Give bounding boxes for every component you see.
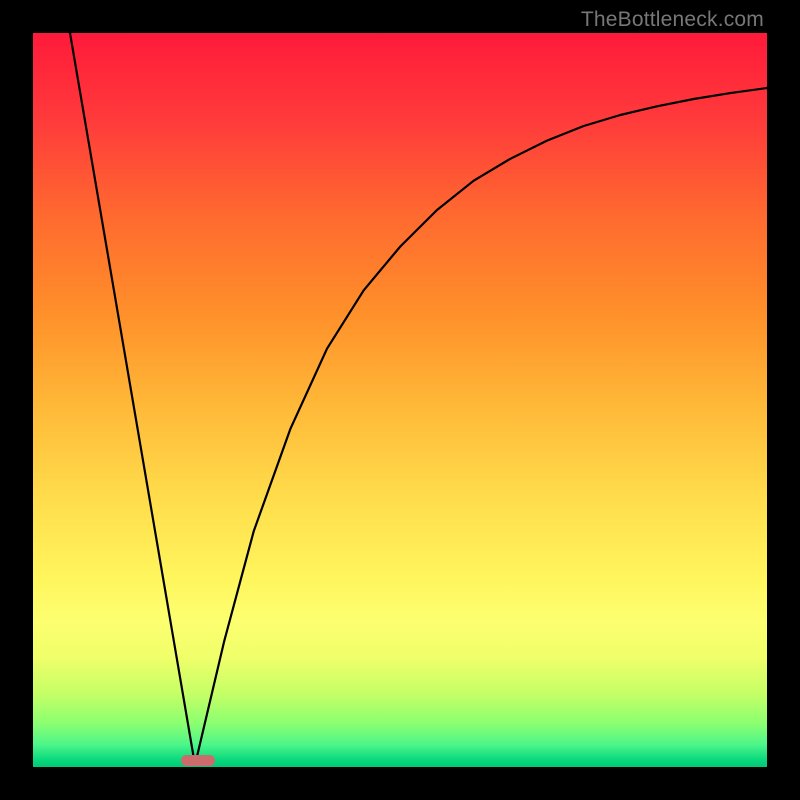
optimal-point-marker (181, 755, 215, 766)
watermark-text: TheBottleneck.com (581, 8, 764, 32)
chart-plot-area (33, 33, 767, 767)
bottleneck-curve (33, 33, 767, 767)
